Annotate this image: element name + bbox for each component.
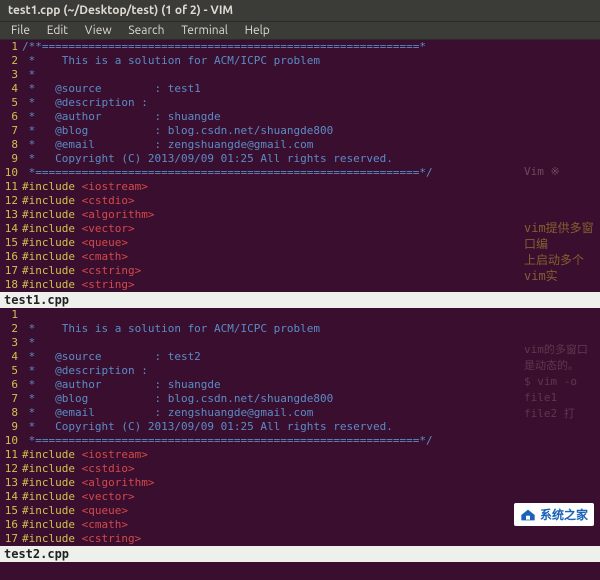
code-line[interactable]: #include <algorithm> [22,208,600,222]
code-line[interactable] [22,308,600,322]
code-line[interactable]: * Copyright (C) 2013/09/09 01:25 All rig… [22,420,600,434]
code-line[interactable]: #include <cmath> [22,250,600,264]
code-line[interactable]: #include <vector> [22,222,600,236]
code-line[interactable]: #include <queue> [22,236,600,250]
watermark-logo: 系统之家 [514,503,594,526]
code-line[interactable]: * This is a solution for ACM/ICPC proble… [22,54,600,68]
line-number-gutter: 123456789101112131415161718 [0,40,22,292]
house-icon [520,508,536,522]
code-lines[interactable]: /**=====================================… [22,40,600,292]
background-text: Vim ※ vim提供多窗口编 上启动多个vim实 [520,40,600,292]
menu-file[interactable]: File [4,22,37,39]
code-line[interactable]: #include <iostream> [22,180,600,194]
code-line[interactable]: * Copyright (C) 2013/09/09 01:25 All rig… [22,152,600,166]
editor-pane-2[interactable]: 1234567891011121314151617 * This is a so… [0,308,600,546]
code-line[interactable]: #include <cstring> [22,264,600,278]
code-line[interactable]: * @email : zengshuangde@gmail.com [22,406,600,420]
code-line[interactable]: * @blog : blog.csdn.net/shuangde800 [22,124,600,138]
code-line[interactable]: * [22,336,600,350]
code-line[interactable]: * @blog : blog.csdn.net/shuangde800 [22,392,600,406]
menu-terminal[interactable]: Terminal [174,22,235,39]
code-line[interactable]: #include <cstdio> [22,462,600,476]
status-bar-2: test2.cpp [0,546,600,562]
menubar: File Edit View Search Terminal Help [0,22,600,40]
code-line[interactable]: *=======================================… [22,434,600,448]
code-line[interactable]: /**=====================================… [22,40,600,54]
status-filename: test2.cpp [4,547,69,561]
code-line[interactable]: #include <cstring> [22,532,600,546]
line-number-gutter: 1234567891011121314151617 [0,308,22,546]
code-line[interactable]: * @description : [22,96,600,110]
code-line[interactable]: #include <string> [22,278,600,292]
status-bar-1: test1.cpp [0,292,600,308]
code-line[interactable]: * @source : test2 [22,350,600,364]
code-line[interactable]: #include <vector> [22,490,600,504]
code-line[interactable]: * This is a solution for ACM/ICPC proble… [22,322,600,336]
window-title: test1.cpp (~/Desktop/test) (1 of 2) - VI… [8,4,233,17]
window-titlebar: test1.cpp (~/Desktop/test) (1 of 2) - VI… [0,0,600,22]
code-line[interactable]: * @description : [22,364,600,378]
code-line[interactable]: *=======================================… [22,166,600,180]
menu-view[interactable]: View [78,22,119,39]
code-line[interactable]: * @email : zengshuangde@gmail.com [22,138,600,152]
code-line[interactable]: * @source : test1 [22,82,600,96]
editor-pane-1[interactable]: 123456789101112131415161718 /**=========… [0,40,600,292]
code-line[interactable]: #include <algorithm> [22,476,600,490]
code-line[interactable]: * [22,68,600,82]
code-line[interactable]: * @author : shuangde [22,110,600,124]
code-line[interactable]: * @author : shuangde [22,378,600,392]
code-line[interactable]: #include <cstdio> [22,194,600,208]
menu-edit[interactable]: Edit [40,22,75,39]
menu-search[interactable]: Search [121,22,171,39]
menu-help[interactable]: Help [238,22,277,39]
code-line[interactable]: #include <iostream> [22,448,600,462]
status-filename: test1.cpp [4,293,69,307]
